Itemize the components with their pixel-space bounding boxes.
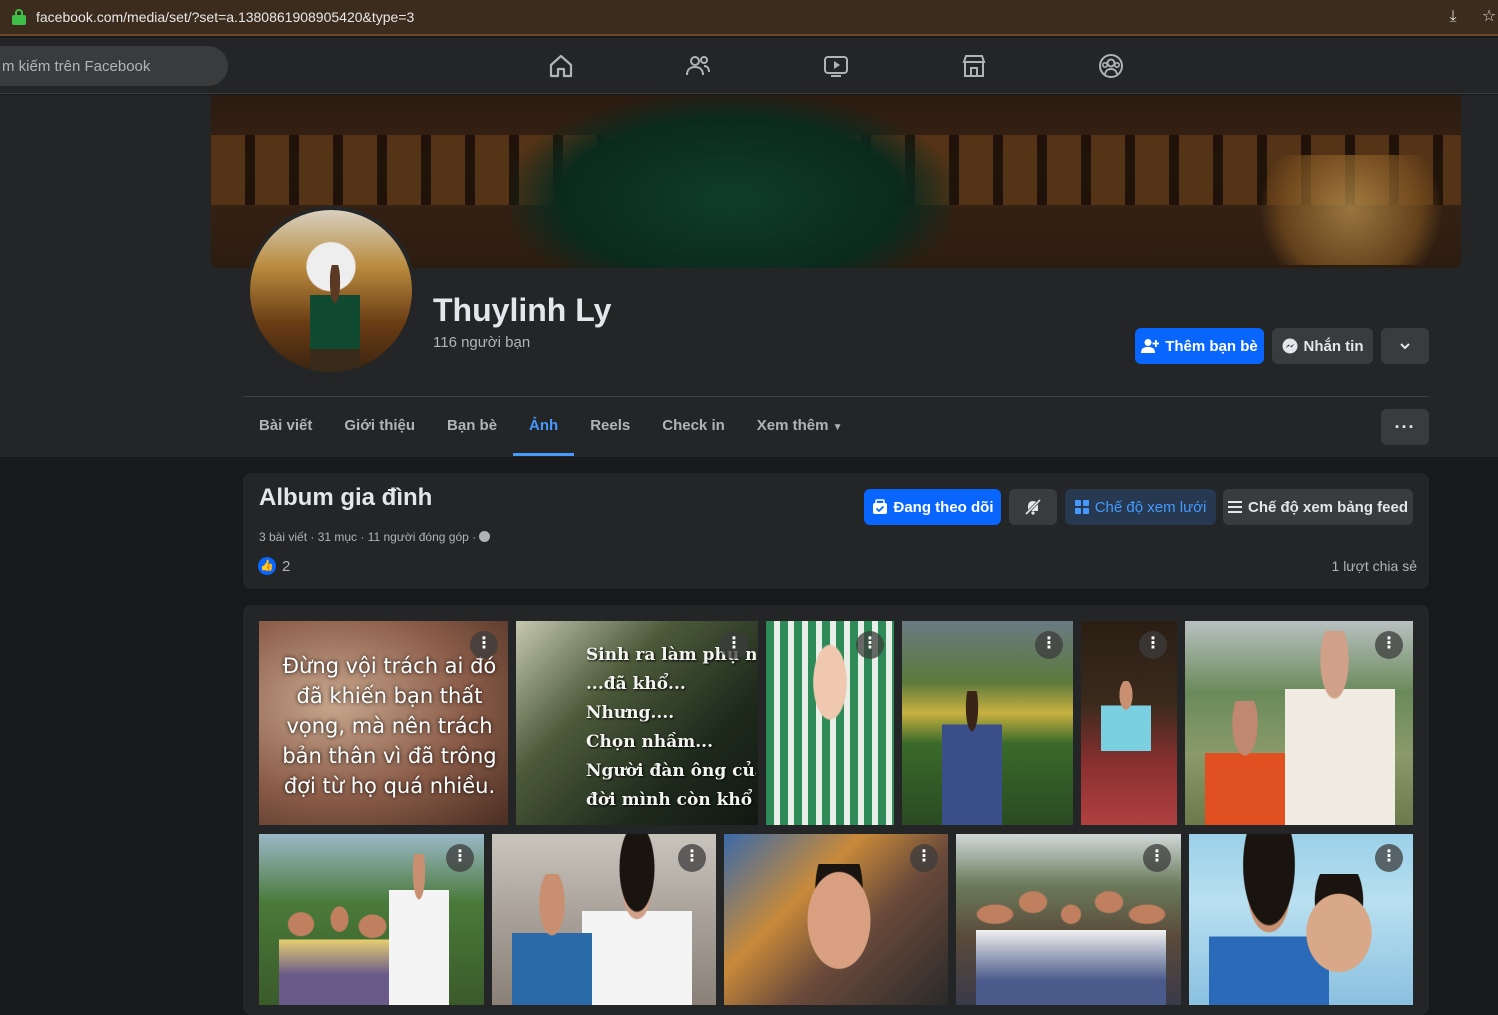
photo-options-icon[interactable]: ⋮ [1143, 844, 1171, 872]
tab-label: Ảnh [529, 417, 559, 434]
album-title: Album gia đình [259, 484, 433, 511]
install-app-icon[interactable]: ⤓ [1444, 8, 1462, 26]
add-friend-button[interactable]: Thêm bạn bè [1135, 328, 1264, 364]
more-dots-icon: ··· [1394, 417, 1416, 437]
tab-label: Bài viết [259, 417, 313, 434]
profile-avatar[interactable] [246, 206, 416, 376]
caret-down-icon: ▼ [832, 422, 843, 433]
photo-family-tree[interactable]: ⋮ [956, 834, 1181, 1005]
photo-options-icon[interactable]: ⋮ [1139, 631, 1167, 659]
photo-options-icon[interactable]: ⋮ [1035, 631, 1063, 659]
more-profile-actions-button[interactable] [1381, 328, 1429, 364]
album-meta: 3 bài viết · 31 mục · 11 người đóng góp … [259, 530, 491, 544]
messenger-icon [1282, 338, 1297, 354]
url-text[interactable]: facebook.com/media/set/?set=a.1380861908… [36, 9, 414, 25]
tab-photos[interactable]: Ảnh [513, 398, 575, 456]
following-label: Đang theo dõi [893, 498, 994, 516]
like-count: 2 [282, 557, 291, 575]
top-navigation: m kiếm trên Facebook [0, 38, 1498, 94]
message-button[interactable]: Nhắn tin [1272, 328, 1373, 364]
following-icon [872, 499, 887, 514]
photo-options-icon[interactable]: ⋮ [1375, 844, 1403, 872]
video-icon[interactable] [822, 52, 850, 80]
friends-count[interactable]: 116 người bạn [433, 334, 530, 351]
lock-icon [12, 9, 26, 25]
marketplace-icon[interactable] [960, 52, 988, 80]
photo-dinner[interactable]: ⋮ [1081, 621, 1177, 825]
photo-group-kids[interactable]: ⋮ [259, 834, 484, 1005]
bell-off-icon [1024, 498, 1042, 516]
tab-friends[interactable]: Bạn bè [431, 398, 513, 456]
left-panel [0, 95, 210, 457]
tab-label: Bạn bè [447, 417, 498, 434]
home-icon[interactable] [547, 52, 575, 80]
tab-check-in[interactable]: Check in [646, 398, 741, 456]
tab-posts[interactable]: Bài viết [243, 398, 328, 456]
photo-options-icon[interactable]: ⋮ [1375, 631, 1403, 659]
search-input[interactable]: m kiếm trên Facebook [0, 46, 228, 86]
chevron-down-icon [1400, 343, 1410, 350]
following-button[interactable]: Đang theo dõi [864, 489, 1001, 525]
globe-icon [479, 531, 491, 542]
photo-woman-boy[interactable]: ⋮ [1185, 621, 1413, 825]
feed-view-button[interactable]: Chế độ xem bảng feed [1223, 489, 1413, 525]
groups-icon[interactable] [1097, 52, 1125, 80]
profile-tabs: Bài viết Giới thiệu Bạn bè Ảnh Reels Che… [243, 398, 859, 456]
grid-view-label: Chế độ xem lưới [1094, 498, 1207, 516]
album-meta-text: 3 bài viết · 31 mục · 11 người đóng góp … [259, 530, 477, 544]
photo-caption: Sinh ra làm phụ nữ. ...đã khổ... Nhưng..… [586, 645, 756, 810]
photo-quote-2[interactable]: Sinh ra làm phụ nữ. ...đã khổ... Nhưng..… [516, 621, 758, 825]
album-reactions[interactable]: 👍 2 [258, 557, 290, 575]
add-friend-label: Thêm bạn bè [1165, 337, 1258, 355]
tab-reels[interactable]: Reels [574, 398, 646, 456]
photo-selfie[interactable]: ⋮ [1189, 834, 1413, 1005]
photo-options-icon[interactable]: ⋮ [678, 844, 706, 872]
mute-notifications-button[interactable] [1009, 489, 1057, 525]
tab-label: Check in [662, 417, 725, 434]
add-friend-icon [1141, 339, 1160, 353]
tabs-more-button[interactable]: ··· [1381, 409, 1429, 445]
list-icon [1227, 501, 1242, 513]
profile-name: Thuylinh Ly [433, 292, 612, 328]
grid-view-button[interactable]: Chế độ xem lưới [1065, 489, 1216, 525]
tab-see-more[interactable]: Xem thêm ▼ [741, 398, 859, 456]
photo-options-icon[interactable]: ⋮ [470, 631, 498, 659]
photo-young-man-boy[interactable]: ⋮ [492, 834, 716, 1005]
browser-address-bar: facebook.com/media/set/?set=a.1380861908… [0, 0, 1498, 36]
photo-smiling-boy[interactable]: ⋮ [724, 834, 948, 1005]
feed-view-label: Chế độ xem bảng feed [1247, 498, 1409, 516]
search-placeholder: m kiếm trên Facebook [2, 57, 151, 75]
photo-options-icon[interactable]: ⋮ [446, 844, 474, 872]
tab-about[interactable]: Giới thiệu [328, 398, 431, 456]
photo-caption: Đừng vội trách ai đó đã khiến bạn thất v… [282, 654, 497, 798]
photo-options-icon[interactable]: ⋮ [910, 844, 938, 872]
photo-quote-1[interactable]: Đừng vội trách ai đó đã khiến bạn thất v… [259, 621, 508, 825]
header-divider [243, 396, 1429, 397]
photo-options-icon[interactable]: ⋮ [720, 631, 748, 659]
photo-baby[interactable]: ⋮ [766, 621, 894, 825]
tab-label: Giới thiệu [344, 417, 416, 434]
grid-icon [1074, 500, 1089, 514]
tab-label: Reels [590, 417, 631, 434]
bookmark-star-icon[interactable]: ☆ [1480, 8, 1498, 26]
message-label: Nhắn tin [1303, 337, 1364, 355]
tab-label: Xem thêm [756, 417, 829, 434]
photo-mother-child-garden[interactable]: ⋮ [902, 621, 1073, 825]
like-icon: 👍 [258, 557, 276, 575]
friends-icon[interactable] [684, 52, 712, 80]
share-count[interactable]: 1 lượt chia sẻ [1332, 558, 1417, 574]
photo-options-icon[interactable]: ⋮ [856, 631, 884, 659]
